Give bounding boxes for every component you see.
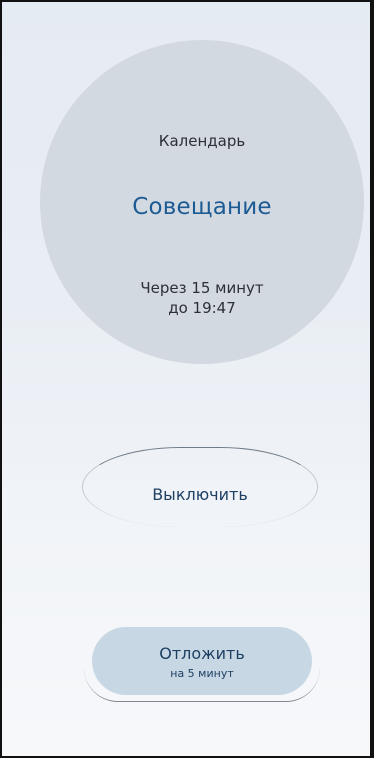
dismiss-button[interactable]: Выключить <box>82 472 318 516</box>
time-until-text: Через 15 минут <box>140 279 264 297</box>
reminder-circle: Календарь Совещание Через 15 минут до 19… <box>40 40 364 364</box>
reminder-screen: Календарь Совещание Через 15 минут до 19… <box>0 0 374 758</box>
snooze-duration-label: на 5 минут <box>170 667 234 680</box>
event-title: Совещание <box>132 194 272 220</box>
end-time-text: до 19:47 <box>168 299 236 317</box>
snooze-button[interactable]: Отложить на 5 минут <box>92 627 312 695</box>
snooze-label: Отложить <box>159 644 245 663</box>
calendar-source-label: Календарь <box>158 132 246 150</box>
event-time-info: Через 15 минут до 19:47 <box>40 278 364 318</box>
